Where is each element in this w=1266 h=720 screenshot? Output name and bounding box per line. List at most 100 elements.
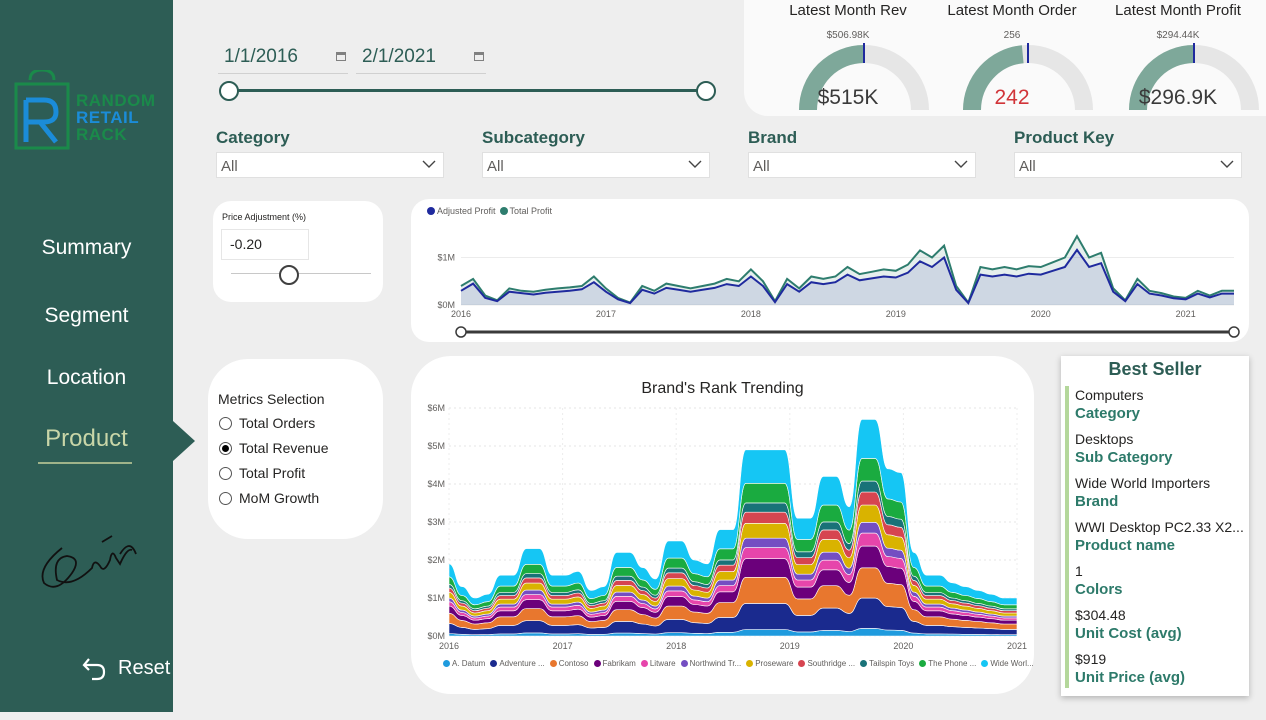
radio-button-selected[interactable] [219, 441, 232, 455]
best-seller-item: Desktops Sub Category [1075, 431, 1173, 466]
legend-label: A. Datum [452, 659, 486, 668]
legend-swatch [919, 660, 927, 667]
legend-label: Northwind Tr... [689, 659, 742, 668]
end-date-value: 2/1/2021 [362, 46, 436, 67]
nav-location[interactable]: Location [0, 366, 173, 390]
best-seller-label: Category [1075, 405, 1141, 422]
logo-word-2: RETAIL [76, 108, 140, 127]
legend-item[interactable]: Adventure ... [490, 659, 545, 668]
gauge-title: Latest Month Order [947, 2, 1077, 19]
gauge-title: Latest Month Rev [789, 2, 907, 19]
x-tick-label: 2017 [553, 641, 573, 651]
legend-item[interactable]: Litware [640, 659, 676, 668]
legend-swatch [490, 660, 498, 667]
dropdown-value: All [221, 158, 238, 175]
metrics-selection-card: Metrics Selection Total Orders Total Rev… [208, 359, 383, 539]
best-seller-title: Best Seller [1108, 359, 1202, 379]
radio-total-orders[interactable]: Total Orders [219, 415, 315, 431]
filter-title: Category [216, 128, 290, 147]
logo-word-1: RANDOM [76, 91, 156, 110]
best-seller-value: $919 [1075, 651, 1107, 667]
x-tick-label: 2021 [1176, 309, 1196, 319]
legend-item[interactable]: A. Datum [443, 659, 485, 668]
calendar-icon[interactable] [336, 52, 346, 61]
price-slider-track[interactable] [231, 273, 371, 274]
date-slider-track[interactable] [228, 89, 706, 92]
legend-total-profit[interactable]: Total Profit [499, 206, 552, 216]
y-tick-label: $6M [427, 403, 445, 413]
legend-item[interactable]: Northwind Tr... [680, 659, 742, 668]
dropdown-value: All [487, 158, 504, 175]
reset-label: Reset [118, 656, 171, 679]
best-seller-label: Unit Cost (avg) [1075, 625, 1182, 642]
best-seller-item: 1 Colors [1075, 563, 1123, 598]
legend-item[interactable]: The Phone ... [919, 659, 976, 668]
gauge-target: 256 [1003, 30, 1021, 41]
date-slider-end-handle[interactable] [696, 81, 716, 101]
legend-label: Wide Worl... [990, 659, 1034, 668]
x-tick-label: 2019 [886, 309, 906, 319]
brand-dropdown[interactable]: All [748, 152, 976, 178]
best-seller-item: $304.48 Unit Cost (avg) [1075, 607, 1182, 642]
radio-total-revenue[interactable]: Total Revenue [219, 440, 329, 456]
gauge-target: $506.98K [826, 30, 870, 41]
gauge-value: $296.9K [1138, 86, 1218, 109]
radio-button[interactable] [219, 491, 232, 505]
logo: RANDOM RETAIL RACK [12, 68, 172, 160]
best-seller-label: Unit Price (avg) [1075, 669, 1186, 686]
shopping-bag-logo-icon [14, 68, 70, 150]
x-tick-label: 2017 [596, 309, 616, 319]
product-key-dropdown[interactable]: All [1014, 152, 1242, 178]
best-seller-label: Brand [1075, 493, 1119, 510]
price-slider-handle[interactable] [279, 265, 299, 285]
date-slider-start-handle[interactable] [219, 81, 239, 101]
legend-adjusted-profit[interactable]: Adjusted Profit [427, 206, 496, 216]
y-tick-label: $0M [427, 631, 445, 641]
category-dropdown[interactable]: All [216, 152, 444, 178]
profit-chart-legend: Adjusted Profit Total Profit [427, 206, 552, 216]
legend-swatch [443, 660, 450, 667]
end-date-input[interactable]: 2/1/2021 [356, 38, 486, 74]
legend-item[interactable]: Tailspin Toys [860, 659, 914, 668]
reset-button[interactable]: Reset [80, 654, 170, 682]
legend-swatch [860, 660, 868, 667]
legend-swatch [680, 660, 688, 667]
nav-segment[interactable]: Segment [0, 304, 173, 328]
radio-mom-growth[interactable]: MoM Growth [219, 490, 319, 506]
filter-product-key: Product Key All [1014, 128, 1242, 178]
subcategory-dropdown[interactable]: All [482, 152, 710, 178]
price-adjustment-input[interactable]: -0.20 [221, 229, 309, 260]
chevron-down-icon [954, 160, 968, 168]
legend-item[interactable]: Fabrikam [593, 659, 636, 668]
accent-bar [1065, 386, 1069, 688]
best-seller-label: Colors [1075, 581, 1123, 598]
radio-total-profit[interactable]: Total Profit [219, 465, 305, 481]
signature-image [41, 535, 137, 588]
y-tick-label: $2M [427, 555, 445, 565]
filter-category: Category All [216, 128, 444, 178]
gauge-profit: Latest Month Profit $294.44K $296.9K [1098, 0, 1259, 116]
legend-label: Fabrikam [602, 659, 636, 668]
legend-item[interactable]: Wide Worl... [981, 659, 1034, 668]
legend-swatch [746, 660, 754, 667]
legend-swatch [593, 660, 601, 667]
radio-button[interactable] [219, 416, 232, 430]
start-date-input[interactable]: 1/1/2016 [218, 38, 348, 74]
calendar-icon[interactable] [474, 52, 484, 61]
nav-summary[interactable]: Summary [0, 236, 173, 260]
legend-item[interactable]: Contoso [549, 659, 589, 668]
best-seller-item: Wide World Importers Brand [1075, 475, 1210, 510]
profit-chart-plot: $0M$1M2016 2017 2018 2019 2020 2021 [437, 234, 1240, 338]
zoom-slider-start-handle [455, 326, 467, 338]
radio-button[interactable] [219, 466, 232, 480]
nav-product[interactable]: Product [0, 425, 173, 453]
filter-subcategory: Subcategory All [482, 128, 710, 178]
x-tick-label: 2016 [439, 641, 459, 651]
chevron-down-icon [422, 160, 436, 168]
legend-item[interactable]: Southridge ... [798, 659, 855, 668]
legend-item[interactable]: Proseware [746, 659, 793, 668]
gauge-value: $515K [817, 86, 879, 109]
legend-label: Tailspin Toys [869, 659, 915, 668]
x-tick-label: 2016 [451, 309, 471, 319]
best-seller-label: Product name [1075, 537, 1176, 554]
